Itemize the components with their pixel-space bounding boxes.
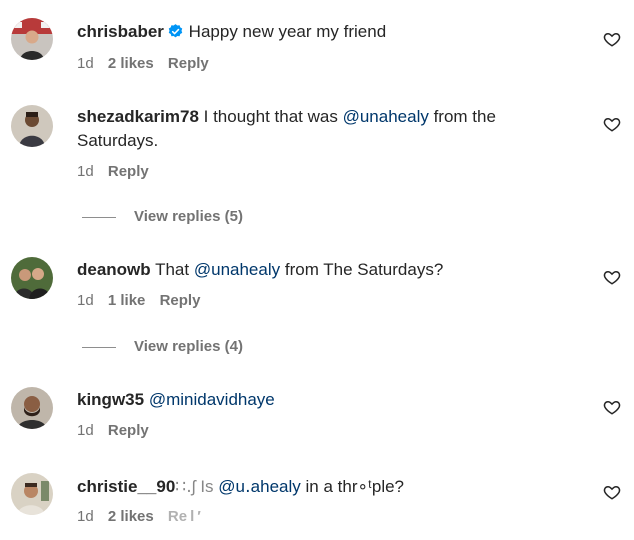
reply-button[interactable]: Reply [108, 163, 149, 180]
comment-meta: 1d 2 likes Reply [77, 54, 219, 74]
reply-button[interactable]: Reply [160, 292, 201, 309]
comment-body: chrisbaber Happy new year my friend [77, 20, 547, 47]
mention-link[interactable]: @u․ahealy [218, 477, 301, 496]
avatar[interactable] [11, 473, 53, 515]
comment-item: kingw35 @minidavidhaye 1d Reply [0, 370, 634, 460]
comment-text: Happy new year my friend [188, 22, 387, 41]
divider [82, 216, 116, 218]
comment-meta: 1d 2 likes Re l ′ [77, 507, 211, 527]
heart-outline-icon[interactable] [603, 30, 621, 48]
comment-body: christie__90∷․ʃ Is @u․ahealy in a thr∘ᵗp… [77, 475, 547, 499]
comment-item: shezadkarim78 I thought that was @unahea… [0, 90, 634, 230]
comment-text: from the [433, 107, 496, 126]
mention-link[interactable]: @unahealy [343, 107, 429, 126]
comment-text: Saturdays. [77, 131, 159, 150]
comment-username[interactable]: christie__90 [77, 477, 175, 496]
comment-username[interactable]: kingw35 [77, 390, 144, 409]
heart-outline-icon[interactable] [603, 398, 621, 416]
mention-link[interactable]: @unahealy [194, 260, 280, 279]
avatar[interactable] [11, 257, 53, 299]
comment-username[interactable]: deanowb [77, 260, 151, 279]
comment-text: That [155, 260, 190, 279]
comment-text: in a thr∘ᵗple? [305, 477, 405, 496]
comment-time: 1d [77, 422, 94, 439]
comment-item: chrisbaber Happy new year my friend 1d 2… [0, 0, 634, 90]
view-replies-label[interactable]: View replies (4) [134, 338, 243, 355]
comment-username[interactable]: chrisbaber [77, 22, 164, 41]
comment-text: Is [200, 477, 214, 496]
comment-meta: 1d 1 like Reply [77, 291, 210, 311]
verified-badge-icon [167, 23, 184, 47]
comment-list: chrisbaber Happy new year my friend 1d 2… [0, 0, 634, 540]
comment-username[interactable]: shezadkarim78 [77, 107, 199, 126]
comment-item: christie__90∷․ʃ Is @u․ahealy in a thr∘ᵗp… [0, 455, 634, 540]
comment-body: shezadkarim78 I thought that was @unahea… [77, 105, 547, 153]
comment-text: I thought that was [203, 107, 338, 126]
comment-text: from The Saturdays? [284, 260, 444, 279]
reply-button[interactable]: Reply [108, 422, 149, 439]
comment-meta: 1d Reply [77, 421, 159, 441]
comment-time: 1d [77, 508, 94, 525]
comment-body: kingw35 @minidavidhaye [77, 388, 547, 412]
reply-button[interactable]: Re l ′ [168, 508, 201, 525]
heart-outline-icon[interactable] [603, 115, 621, 133]
avatar[interactable] [11, 105, 53, 147]
garbled-text: ∷․ʃ [175, 477, 196, 496]
comment-likes[interactable]: 2 likes [108, 55, 154, 72]
comment-body: deanowb That @unahealy from The Saturday… [77, 258, 547, 282]
mention-link[interactable]: @minidavidhaye [149, 390, 275, 409]
comment-likes[interactable]: 2 likes [108, 508, 154, 525]
divider [82, 346, 116, 348]
view-replies-button[interactable]: View replies (5) [82, 207, 243, 227]
comment-time: 1d [77, 292, 94, 309]
comment-time: 1d [77, 163, 94, 180]
view-replies-button[interactable]: View replies (4) [82, 337, 243, 357]
reply-button[interactable]: Reply [168, 55, 209, 72]
heart-outline-icon[interactable] [603, 268, 621, 286]
heart-outline-icon[interactable] [603, 483, 621, 501]
avatar[interactable] [11, 18, 53, 60]
comment-time: 1d [77, 55, 94, 72]
view-replies-label[interactable]: View replies (5) [134, 208, 243, 225]
comment-meta: 1d Reply [77, 162, 159, 182]
comment-likes[interactable]: 1 like [108, 292, 146, 309]
avatar[interactable] [11, 387, 53, 429]
comment-item: deanowb That @unahealy from The Saturday… [0, 240, 634, 370]
